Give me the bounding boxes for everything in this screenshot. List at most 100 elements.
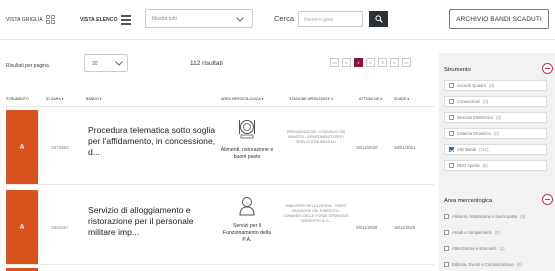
filter-option-count: (0) [516, 262, 522, 267]
checkbox[interactable] [444, 230, 449, 235]
pagination: << < 1 2 3 > >> [330, 58, 411, 67]
search-button[interactable] [369, 11, 388, 27]
table-row[interactable]: A 2682957 Servizio di alloggiamento e ri… [6, 190, 434, 265]
checkbox[interactable] [449, 163, 454, 168]
activation-date: 09/11/2020 [356, 225, 378, 230]
top-bar: VISTA GRIGLIA VISTA ELENCO Mostra tutti … [0, 0, 555, 40]
search-label: Cerca [274, 14, 295, 23]
column-header-id[interactable]: ID GARA ▾ [46, 97, 63, 101]
filter-option-label: Attrezzature e strumenti [452, 246, 497, 251]
filter-option-label: Convenzioni [457, 99, 481, 104]
column-header-stazione[interactable]: STAZIONE APPALTANTE ▾ [289, 97, 333, 101]
contracting-station: PRESIDENZA DEL CONSIGLIO DEI MINISTRI - … [286, 130, 346, 144]
filter-option-count: (0) [489, 83, 495, 88]
search-input[interactable]: Numero gara [298, 11, 363, 27]
collapse-strumento-button[interactable] [542, 63, 553, 74]
column-header-bando[interactable]: BANDO ▾ [86, 97, 102, 101]
filter-option-count: (5) [520, 214, 526, 219]
area-filter-title: Area merceologica [444, 198, 493, 204]
filter-option-count: (112) [479, 147, 489, 152]
tender-type-badge: A [6, 190, 38, 264]
filter-option[interactable]: Convenzioni (0) [444, 96, 547, 107]
chevron-down-icon [236, 17, 244, 22]
person-service-icon [238, 197, 256, 220]
list-icon [120, 15, 131, 25]
filter-option-count: (0) [496, 115, 502, 120]
chevron-down-icon [115, 61, 123, 66]
merchandise-area-label: Alimenti, ristorazione e buoni pasto [220, 147, 274, 160]
strumento-filter-title: Strumento [444, 67, 471, 73]
collapse-area-button[interactable] [542, 194, 553, 205]
tender-id: 2672982 [51, 145, 69, 150]
filter-option-label: Accordi Quadro [457, 83, 487, 88]
expiry-date: 16/11/2020 [394, 225, 416, 230]
filter-option-label: Sistema Dinamico [457, 131, 491, 136]
merchandise-area-label: Servizi per il Funzionamento della P.A. [222, 223, 272, 243]
filter-select[interactable]: Mostra tutti [145, 9, 253, 28]
results-per-page-label: Risultati per pagina [6, 63, 49, 69]
table-header-divider [6, 106, 434, 107]
expiry-date: 18/01/2021 [394, 145, 416, 150]
checkbox[interactable] [449, 115, 454, 120]
filter-option-label: RDO Aperta [457, 163, 480, 168]
filter-sidebar: Strumento Accordi Quadro (0) Convenzioni… [439, 53, 555, 271]
filter-option-label: Altri Bandi [457, 147, 477, 152]
activation-date: 18/12/2020 [356, 145, 378, 150]
filter-option[interactable]: Attrezzature e strumenti (1) [444, 243, 547, 254]
filter-option-label: Alimenti, ristorazione e buoni pasto [452, 214, 518, 219]
filter-option-count: (0) [483, 99, 489, 104]
filter-option[interactable]: Mercato Elettronico (0) [444, 112, 547, 123]
checkbox[interactable] [444, 246, 449, 251]
pager-page-3[interactable]: 3 [378, 58, 387, 67]
filter-option-count: (0) [482, 163, 488, 168]
checkbox[interactable] [449, 131, 454, 136]
grid-view-toggle[interactable]: VISTA GRIGLIA [6, 15, 56, 25]
filter-option[interactable]: Alimenti, ristorazione e buoni pasto (5) [444, 211, 547, 222]
column-header-scadenza[interactable]: SCADE.▾ [394, 97, 409, 101]
results-per-page-value: 20 [92, 61, 98, 67]
merchandise-area: Servizi per il Funzionamento della P.A. [219, 196, 275, 244]
filter-option[interactable]: Editoria, Eventi e Comunicazione (0) [444, 259, 547, 270]
food-service-icon [238, 120, 256, 144]
checkbox-checked[interactable] [449, 147, 454, 152]
column-header-area[interactable]: AREA MERCEOLOGICA ▾ [221, 97, 264, 101]
checkbox[interactable] [449, 83, 454, 88]
results-per-page-select[interactable]: 20 [84, 54, 128, 72]
filter-option-count: (0) [494, 230, 500, 235]
pager-first-button[interactable]: << [330, 58, 339, 67]
tender-id: 2682957 [51, 225, 69, 230]
search-placeholder: Numero gara [304, 17, 334, 23]
list-view-toggle[interactable]: VISTA ELENCO [80, 15, 131, 25]
pager-last-button[interactable]: >> [402, 58, 411, 67]
column-header-strumento: STRUMENTO [6, 97, 29, 101]
checkbox[interactable] [444, 262, 449, 267]
filter-option[interactable]: Arredi e complementi (0) [444, 227, 547, 238]
pager-next-button[interactable]: > [390, 58, 399, 67]
tender-title-link[interactable]: Servizio di alloggiamento e ristorazione… [88, 205, 218, 238]
filter-option-label: Editoria, Eventi e Comunicazione [452, 262, 514, 267]
archive-expired-button[interactable]: ARCHIVIO BANDI SCADUTI [449, 9, 549, 29]
pager-prev-button[interactable]: < [342, 58, 351, 67]
contracting-station: MINISTERO DELLA DIFESA - STATO MAGGIORE … [283, 204, 349, 223]
filter-option[interactable]: Accordi Quadro (0) [444, 80, 547, 91]
pager-page-2[interactable]: 2 [366, 58, 375, 67]
filter-option-label: Arredi e complementi [452, 230, 492, 235]
filter-option[interactable]: RDO Aperta (0) [444, 160, 547, 171]
grid-icon [45, 15, 56, 25]
column-header-attivazione[interactable]: ATTIVAZ.NE ▾ [359, 97, 382, 101]
filter-option-label: Mercato Elettronico [457, 115, 494, 120]
filter-option-count: (0) [493, 131, 499, 136]
checkbox[interactable] [444, 214, 449, 219]
checkbox[interactable] [449, 99, 454, 104]
filter-option[interactable]: Sistema Dinamico (0) [444, 128, 547, 139]
filter-option[interactable]: Altri Bandi (112) [444, 144, 547, 155]
filter-select-value: Mostra tutti [152, 16, 177, 22]
merchandise-area: Alimenti, ristorazione e buoni pasto [219, 118, 275, 161]
list-view-label: VISTA ELENCO [80, 17, 118, 23]
pager-page-1[interactable]: 1 [354, 58, 363, 67]
results-count: 112 risultati [190, 60, 223, 67]
tender-title-link[interactable]: Procedura telematica sotto soglia per l'… [88, 125, 218, 158]
table-row[interactable]: A 2672982 Procedura telematica sotto sog… [6, 110, 434, 185]
filter-option-count: (1) [499, 246, 505, 251]
grid-view-label: VISTA GRIGLIA [6, 17, 43, 23]
